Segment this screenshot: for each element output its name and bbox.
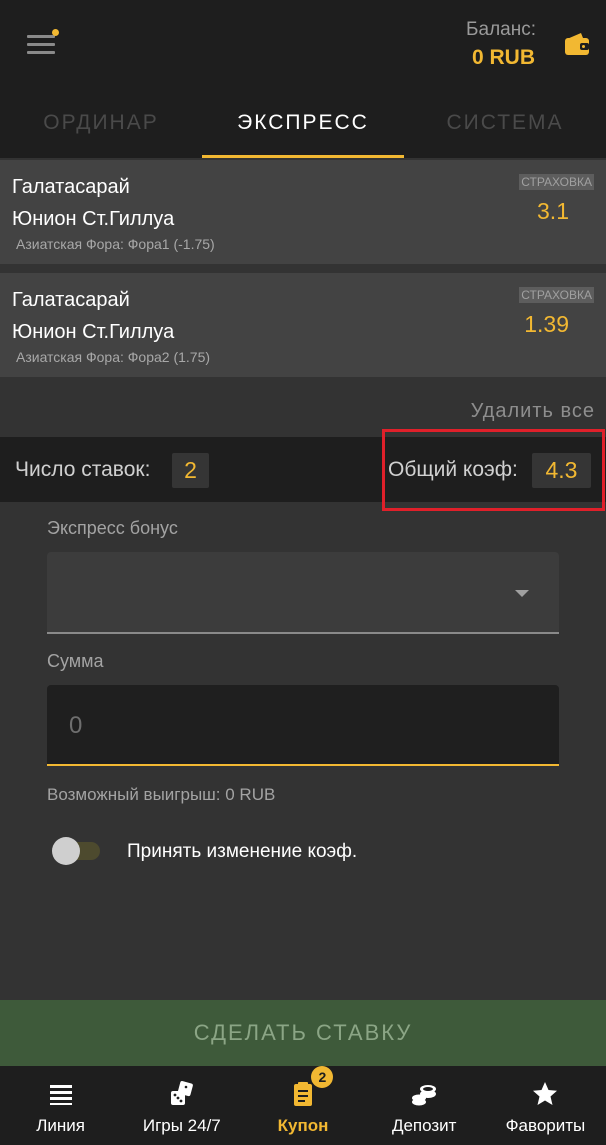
nav-item-line[interactable]: Линия	[0, 1066, 121, 1145]
dropdown-arrow-icon	[515, 590, 529, 597]
star-icon	[531, 1080, 559, 1108]
bet-count-value: 2	[172, 453, 209, 488]
notification-dot	[52, 29, 59, 36]
team-home: Галатасарай	[12, 176, 130, 198]
accept-changes-toggle[interactable]	[52, 837, 100, 865]
accept-changes-label: Принять изменение коэф.	[127, 841, 358, 862]
amount-input[interactable]: 0	[47, 685, 559, 766]
top-header: Баланс: 0 RUB	[0, 0, 606, 90]
wallet-icon[interactable]	[563, 30, 591, 58]
bet-item[interactable]: Галатасарай Юнион Ст.Гиллуа Азиатская Фо…	[0, 273, 606, 377]
insurance-button[interactable]: СТРАХОВКА	[519, 287, 594, 303]
bet-type-tabs: ОРДИНАР ЭКСПРЕСС СИСТЕМА	[0, 90, 606, 158]
list-icon	[47, 1080, 75, 1108]
amount-label: Сумма	[47, 651, 104, 671]
team-away: Юнион Ст.Гиллуа	[12, 321, 175, 343]
insurance-button[interactable]: СТРАХОВКА	[519, 174, 594, 190]
bet-market: Азиатская Фора: Фора1 (-1.75)	[16, 236, 215, 252]
express-bonus-label: Экспресс бонус	[47, 518, 178, 538]
bet-coef: 3.1	[537, 198, 569, 224]
coins-icon	[410, 1080, 438, 1108]
team-home: Галатасарай	[12, 289, 130, 311]
tab-ordinar[interactable]: ОРДИНАР	[0, 90, 202, 158]
coupon-count-badge: 2	[311, 1066, 334, 1088]
dice-icon	[168, 1080, 196, 1108]
bet-market: Азиатская Фора: Фора2 (1.75)	[16, 349, 211, 365]
nav-item-coupon[interactable]: 2 Купон	[242, 1066, 363, 1145]
possible-win: Возможный выигрыш: 0 RUB	[47, 785, 276, 804]
team-away: Юнион Ст.Гиллуа	[12, 208, 175, 230]
highlight-box	[382, 429, 605, 511]
place-bet-button[interactable]: СДЕЛАТЬ СТАВКУ	[0, 1000, 606, 1066]
tab-express[interactable]: ЭКСПРЕСС	[202, 90, 404, 158]
nav-label: Купон	[277, 1116, 329, 1135]
nav-label: Фавориты	[505, 1116, 586, 1135]
tab-system[interactable]: СИСТЕМА	[404, 90, 606, 158]
balance-value: 0 RUB	[471, 46, 535, 69]
bet-count-label: Число ставок:	[15, 458, 151, 481]
nav-label: Депозит	[391, 1116, 457, 1135]
amount-value: 0	[69, 712, 83, 739]
menu-icon	[27, 35, 55, 38]
nav-label: Игры 24/7	[142, 1116, 221, 1135]
nav-item-games[interactable]: Игры 24/7	[121, 1066, 242, 1145]
menu-button[interactable]	[27, 29, 59, 56]
express-bonus-select[interactable]	[47, 552, 559, 634]
coupon-screen: Баланс: 0 RUB ОРДИНАР ЭКСПРЕСС СИСТЕМА Г…	[0, 0, 606, 1145]
balance-label: Баланс:	[466, 19, 536, 40]
nav-label: Линия	[36, 1116, 85, 1135]
bet-coef: 1.39	[524, 311, 569, 337]
nav-item-favorites[interactable]: Фавориты	[485, 1066, 606, 1145]
delete-all-button[interactable]: Удалить все	[471, 400, 595, 423]
nav-item-deposit[interactable]: Депозит	[364, 1066, 485, 1145]
bet-item[interactable]: Галатасарай Юнион Ст.Гиллуа Азиатская Фо…	[0, 160, 606, 264]
bottom-nav: Линия Игры 24/7 2 Купон Депозит Фавориты	[0, 1066, 606, 1145]
